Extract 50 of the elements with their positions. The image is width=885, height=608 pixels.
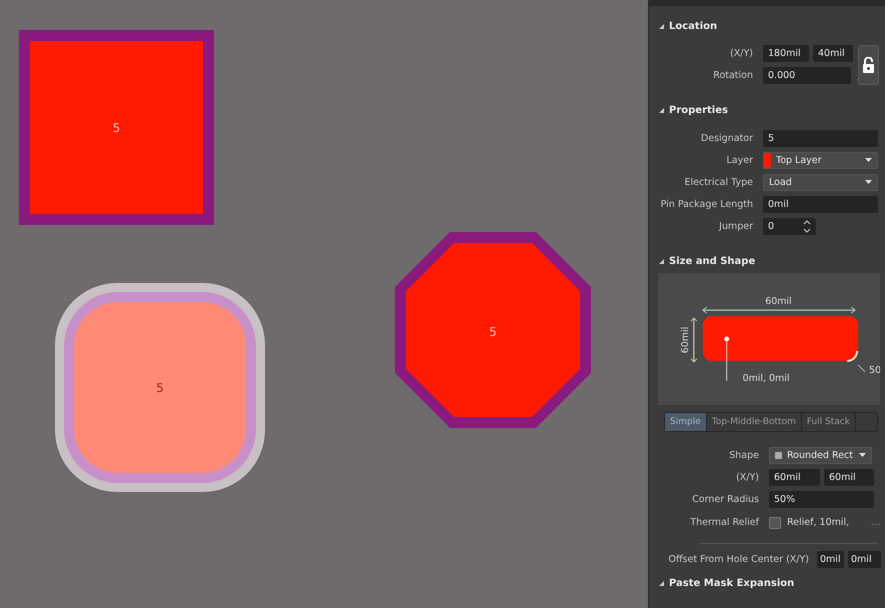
collapse-arrow-icon[interactable] [657,106,665,114]
caret-icon [859,452,866,458]
y-field[interactable]: 40mil [813,44,853,62]
shape-dropdown[interactable]: Rounded Rect [769,446,872,464]
pcb-canvas[interactable]: 5 5 5 [0,0,648,608]
lock-button[interactable] [858,45,879,85]
field-label: (X/Y) [729,48,754,58]
open-padlock-icon [863,57,874,73]
section-title: Properties [669,104,728,116]
corner-radius-field[interactable]: 50% [769,490,874,508]
caret-icon [865,158,872,162]
dropdown[interactable]: Load [763,174,878,190]
thermal-relief-value: Relief, 10mil, [787,517,850,528]
section-title: Paste Mask Expansion [669,578,794,588]
collapse-arrow-icon[interactable] [657,22,665,30]
x-field[interactable]: 180mil [763,44,809,62]
field-label: Electrical Type [683,176,754,188]
caret-icon [865,180,872,184]
text-field[interactable]: 5 [763,130,878,146]
x-field[interactable]: 60mil [769,468,820,486]
field-label: Offset From Hole Center (X/Y) [668,554,810,564]
y-field[interactable]: 0mil [848,550,881,568]
field-label: Pin Package Length [660,198,754,210]
collapse-arrow-icon[interactable] [657,579,665,587]
collapse-arrow-icon[interactable] [657,257,665,265]
layer-mode-tab[interactable]: Top-Middle-Bottom [706,413,802,431]
y-field[interactable]: 60mil [824,468,874,486]
field-label: Jumper [718,220,754,232]
layer-mode-tab[interactable]: Full Stack [802,413,856,431]
field-label: Thermal Relief [689,517,760,528]
rounded-pad[interactable]: 5 [55,283,265,492]
field-label: Shape [728,450,760,460]
square-icon [775,452,782,458]
field-label: Corner Radius [691,494,760,504]
field-label: Layer [726,154,754,166]
spinner-field[interactable]: 0 [763,218,816,234]
field-label: Rotation [712,70,754,80]
pad-number: 5 [112,120,120,134]
section-title: Size and Shape [669,256,756,266]
up-down-arrows-icon [803,220,811,232]
pad-number: 5 [489,325,497,339]
thermal-relief-checkbox[interactable] [769,516,781,528]
dropdown[interactable]: Top Layer [763,152,878,168]
rotation-field[interactable]: 0.000 [763,66,851,84]
x-field[interactable]: 0mil [817,550,844,568]
text-field[interactable]: 0mil [763,196,878,212]
pad-number: 5 [156,380,164,394]
field-label: (X/Y) [735,472,760,482]
section-title: Location [669,20,718,32]
field-label: Designator [700,132,754,144]
